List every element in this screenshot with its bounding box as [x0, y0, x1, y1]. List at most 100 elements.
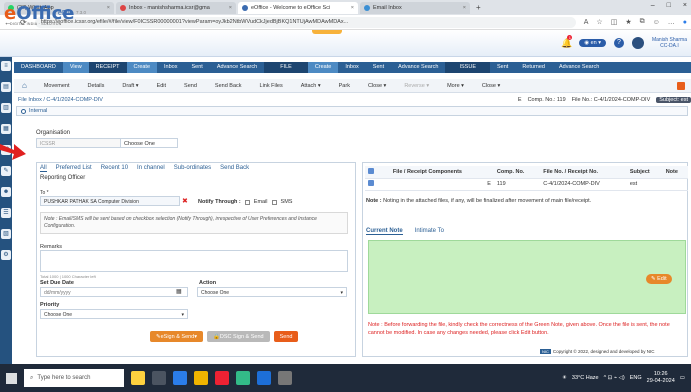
task-view-icon[interactable] — [152, 371, 166, 385]
table-row[interactable]: E 119 C-4/1/2024-COMP-DIV est — [365, 178, 688, 191]
close-icon[interactable]: × — [463, 5, 466, 11]
explorer-icon[interactable] — [194, 371, 208, 385]
internal-option[interactable]: Internal — [16, 106, 688, 116]
toolbar-draft[interactable]: Draft — [113, 83, 147, 89]
toolbar-more[interactable]: More — [438, 83, 473, 89]
tab-current-note[interactable]: Current Note — [366, 228, 403, 235]
nav-receipt-create[interactable]: Create — [126, 62, 158, 73]
maximize-icon[interactable]: □ — [667, 2, 671, 9]
remove-recipient-icon[interactable]: ✖ — [182, 197, 188, 205]
esign-send-button[interactable]: ✎ eSign & Send ▾ — [150, 331, 204, 342]
email-checkbox[interactable] — [244, 199, 250, 205]
tab-sub-ordinates[interactable]: Sub-ordinates — [174, 165, 211, 172]
menu-icon[interactable]: ≡ — [1, 61, 11, 71]
toolbar-edit[interactable]: Edit — [148, 83, 175, 89]
users-icon[interactable]: ☻ — [1, 187, 11, 197]
language-button[interactable]: ◉ en ▾ — [579, 39, 606, 47]
tab-all[interactable]: All — [40, 165, 47, 172]
nav-file-inbox[interactable]: Inbox — [338, 62, 365, 73]
nav-file-create[interactable]: Create — [307, 62, 339, 73]
priority-select[interactable]: Choose One ▾ — [40, 309, 188, 319]
avatar[interactable] — [631, 37, 644, 49]
send-button[interactable]: Send — [273, 331, 299, 342]
user-info[interactable]: Manish Sharma CC-DA.I — [652, 37, 687, 49]
more-icon[interactable]: … — [668, 19, 675, 26]
new-tab-button[interactable]: + — [472, 3, 485, 12]
nav-issue-sent[interactable]: Sent — [490, 62, 515, 73]
chrome-icon[interactable] — [236, 371, 250, 385]
collections-icon[interactable]: ⧉ — [640, 18, 645, 26]
toolbar-close[interactable]: Close — [359, 83, 395, 89]
toolbar-link-files[interactable]: Link Files — [251, 83, 292, 89]
breadcrumb-path[interactable]: File Inbox / C-4/1/2024-COMP-DIV — [18, 97, 103, 103]
toolbar-reverse[interactable]: Reverse — [395, 83, 438, 89]
nav-issue-returned[interactable]: Returned — [515, 62, 552, 73]
settings-icon[interactable]: ⚙ — [1, 250, 11, 260]
calendar-icon[interactable]: ▦ — [176, 288, 182, 295]
home-icon[interactable]: ⌂ — [14, 81, 35, 90]
store-icon[interactable] — [215, 371, 229, 385]
file-icon[interactable]: ▥ — [1, 103, 11, 113]
tab-recent-10[interactable]: Recent 10 — [101, 165, 128, 172]
language-indicator[interactable]: ENG — [630, 375, 642, 381]
nav-receipt-advance-search[interactable]: Advance Search — [210, 62, 264, 73]
profile-icon[interactable]: ☺ — [653, 19, 660, 26]
split-icon[interactable]: ◫ — [611, 18, 618, 26]
toolbar-close-2[interactable]: Close — [473, 83, 509, 89]
tray-icons[interactable]: ^ ⊡ ⌁ ◁) — [604, 375, 625, 381]
reporting-officer-label[interactable]: Reporting Officer — [40, 175, 85, 181]
nav-dashboard[interactable]: DASHBOARD — [14, 62, 63, 73]
select-all-checkbox[interactable] — [368, 167, 374, 174]
toolbar-send-back[interactable]: Send Back — [206, 83, 251, 89]
edit-icon[interactable]: ✎ — [1, 166, 11, 176]
to-field[interactable]: PUSHKAR PATHAK SA Computer Division — [40, 196, 180, 206]
sms-checkbox[interactable] — [271, 199, 277, 205]
report-icon[interactable]: ▧ — [1, 229, 11, 239]
browser-tab[interactable]: Email Inbox × — [360, 1, 470, 14]
close-window-icon[interactable]: × — [683, 2, 687, 9]
taskbar-search-input[interactable]: ⌕ Type here to search — [24, 369, 124, 387]
nav-receipt-sent[interactable]: Sent — [185, 62, 210, 73]
toolbar-details[interactable]: Details — [79, 83, 114, 89]
nav-receipt-inbox[interactable]: Inbox — [157, 62, 184, 73]
tab-send-back[interactable]: Send Back — [220, 165, 249, 172]
nav-receipt[interactable]: RECEIPT — [88, 62, 127, 73]
toolbar-park[interactable]: Park — [330, 83, 359, 89]
help-icon[interactable]: ? — [613, 38, 624, 48]
windows-start-icon[interactable] — [6, 372, 17, 384]
read-aloud-icon[interactable]: A — [584, 19, 589, 26]
close-icon[interactable]: × — [351, 5, 354, 11]
notification-bell-icon[interactable]: 🔔 1 — [561, 35, 573, 48]
taskbar-app-icon[interactable] — [131, 371, 145, 385]
dsc-sign-send-button[interactable]: 🔒 DSC Sign & Send — [207, 331, 270, 342]
edge-icon[interactable] — [173, 371, 187, 385]
favorite-icon[interactable]: ☆ — [596, 18, 602, 26]
tab-intimate-to[interactable]: Intimate To — [415, 228, 444, 235]
weather-label[interactable]: 33°C Haze — [572, 375, 599, 381]
edit-note-button[interactable]: ✎ Edit — [646, 274, 672, 284]
close-icon[interactable]: × — [107, 5, 110, 11]
tab-in-channel[interactable]: In channel — [137, 165, 165, 172]
browser-tab-active[interactable]: eOffice - Welcome to eOffice Sci × — [238, 1, 358, 14]
header-pull-tab[interactable] — [312, 30, 342, 34]
due-date-input[interactable]: dd/mm/yyyy — [40, 287, 188, 297]
nav-file-sent[interactable]: Sent — [366, 62, 391, 73]
app-icon[interactable] — [278, 371, 292, 385]
browser-tab[interactable]: Inbox - manishsharma.icsr@gma × — [116, 1, 236, 14]
notifications-icon[interactable]: ▭ — [680, 375, 685, 381]
print-icon[interactable] — [677, 81, 685, 90]
clock[interactable]: 10:26 29-04-2024 — [647, 371, 675, 385]
organisation-select[interactable]: Choose One — [120, 138, 178, 148]
toolbar-movement[interactable]: Movement — [35, 83, 79, 89]
contacts-icon[interactable]: ☰ — [1, 208, 11, 218]
internal-radio[interactable] — [21, 108, 26, 114]
row-checkbox[interactable] — [368, 180, 374, 186]
remarks-textarea[interactable] — [40, 250, 348, 272]
nav-issue[interactable]: ISSUE — [445, 62, 490, 73]
tab-preferred-list[interactable]: Preferred List — [56, 165, 92, 172]
nav-file-advance-search[interactable]: Advance Search — [391, 62, 445, 73]
nav-file[interactable]: FILE — [264, 62, 308, 73]
toolbar-send[interactable]: Send — [175, 83, 206, 89]
close-icon[interactable]: × — [229, 5, 232, 11]
copilot-icon[interactable]: ● — [683, 19, 687, 26]
